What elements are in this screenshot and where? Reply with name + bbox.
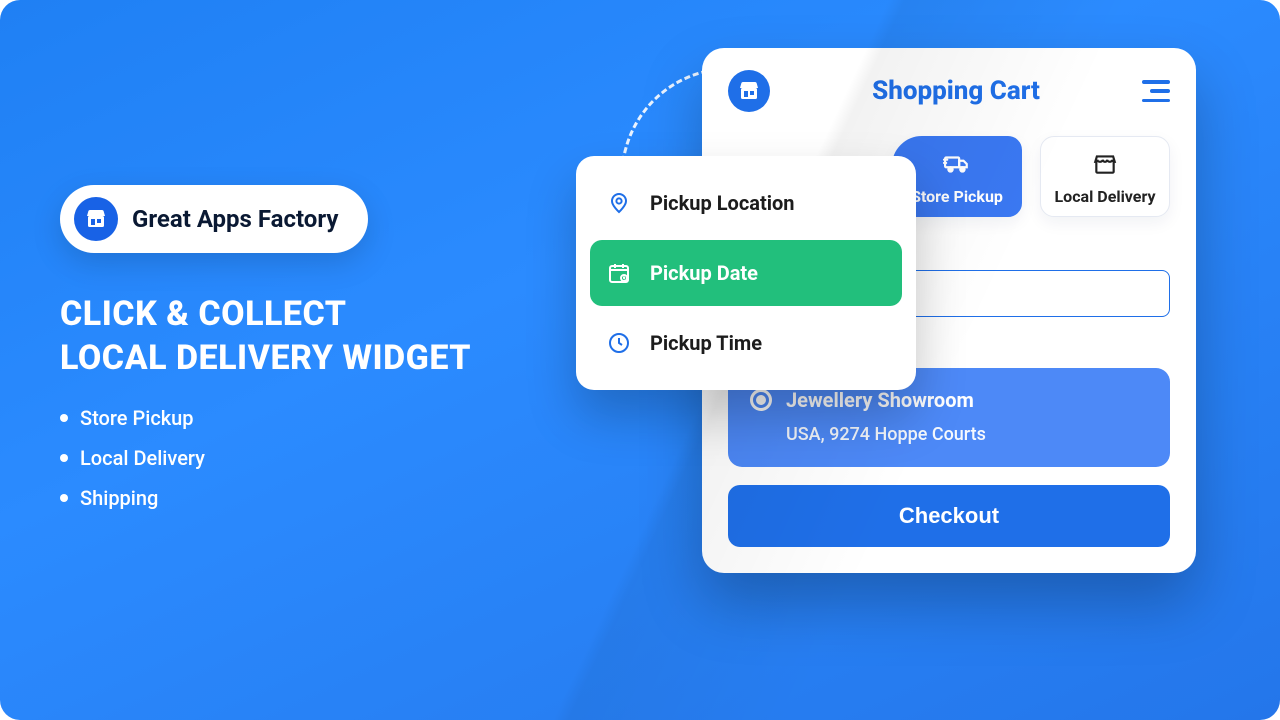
pickup-time-option[interactable]: Pickup Time bbox=[590, 310, 902, 376]
location-pin-icon bbox=[606, 190, 632, 216]
feature-item: Store Pickup bbox=[60, 406, 471, 430]
storefront-icon bbox=[84, 207, 108, 231]
pickup-date-option[interactable]: Pickup Date bbox=[590, 240, 902, 306]
truck-icon bbox=[940, 151, 974, 177]
headline: CLICK & COLLECT LOCAL DELIVERY WIDGET bbox=[60, 293, 471, 380]
storefront-outline-icon bbox=[1089, 151, 1121, 177]
store-name: Jewellery Showroom bbox=[786, 388, 974, 412]
brand-name: Great Apps Factory bbox=[132, 205, 338, 233]
method-label: Store Pickup bbox=[901, 187, 1013, 206]
method-local-delivery[interactable]: Local Delivery bbox=[1040, 136, 1170, 217]
storefront-icon bbox=[737, 79, 761, 103]
radio-selected-icon bbox=[750, 389, 772, 411]
feature-list: Store Pickup Local Delivery Shipping bbox=[60, 406, 471, 510]
pickup-location-option[interactable]: Pickup Location bbox=[590, 170, 902, 236]
option-label: Pickup Location bbox=[650, 191, 795, 215]
brand-logo bbox=[74, 197, 118, 241]
headline-line1: CLICK & COLLECT bbox=[60, 293, 471, 337]
checkout-button[interactable]: Checkout bbox=[728, 485, 1170, 547]
feature-item: Local Delivery bbox=[60, 446, 471, 470]
option-label: Pickup Date bbox=[650, 261, 758, 285]
menu-icon[interactable] bbox=[1142, 80, 1170, 102]
method-label: Local Delivery bbox=[1049, 187, 1161, 206]
option-label: Pickup Time bbox=[650, 331, 762, 355]
store-address: USA, 9274 Hoppe Courts bbox=[750, 424, 1148, 445]
brand-pill: Great Apps Factory bbox=[60, 185, 368, 253]
headline-line2: LOCAL DELIVERY WIDGET bbox=[60, 337, 471, 381]
pickup-options-popover: Pickup Location Pickup Date Pickup Time bbox=[576, 156, 916, 390]
marketing-panel: Great Apps Factory CLICK & COLLECT LOCAL… bbox=[60, 185, 471, 526]
feature-item: Shipping bbox=[60, 486, 471, 510]
cart-title: Shopping Cart bbox=[872, 76, 1040, 106]
calendar-icon bbox=[606, 260, 632, 286]
clock-icon bbox=[606, 330, 632, 356]
cart-logo bbox=[728, 70, 770, 112]
